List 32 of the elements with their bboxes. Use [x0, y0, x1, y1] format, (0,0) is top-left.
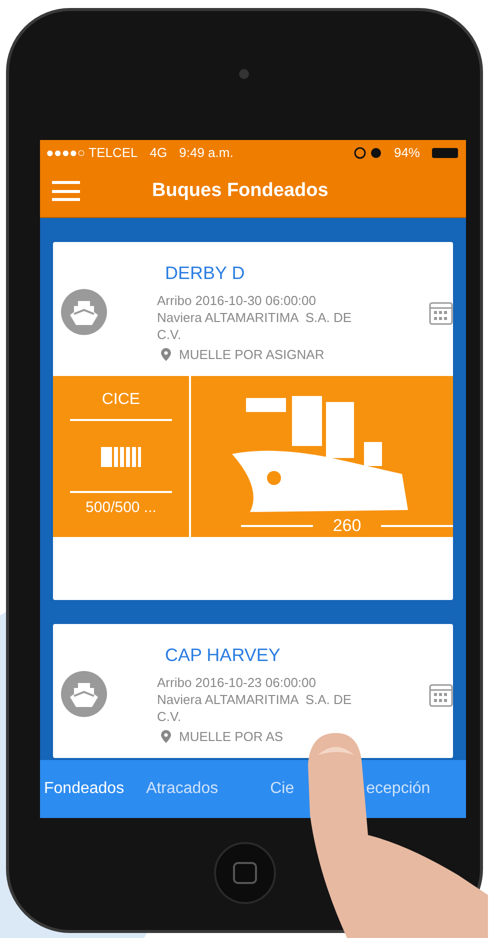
tab[interactable]: Cie [270, 780, 294, 798]
carrier-label: ●●●●○ TELCEL [46, 145, 138, 160]
dimension-line [241, 525, 313, 527]
ship-card[interactable]: DERBY D Arribo 2016-10-30 06:00:00 Naviera ALTAMARITIMA S.A. DE C.V. MUELLE POR ASIGNAR CICE 500/500 ... 260 [53, 242, 453, 600]
network-label: 4G [150, 145, 168, 160]
container-icon [101, 445, 141, 469]
time-label: 9:49 a.m. [179, 145, 234, 160]
ship-name: CAP HARVEY [165, 644, 282, 666]
menu-icon[interactable] [52, 181, 80, 201]
shipping-line-text: Naviera ALTAMARITIMA S.A. DE C.V. [157, 690, 353, 724]
tab[interactable]: Atracados [146, 780, 218, 798]
capacity-text: 500/500 ... [70, 491, 172, 516]
dimension-line [381, 525, 453, 527]
tab[interactable]: Fondeados [44, 780, 124, 798]
ship-icon [61, 671, 107, 717]
shipping-line-text: Naviera ALTAMARITIMA S.A. DE C.V. [157, 308, 353, 342]
terminal-label: CICE [70, 391, 172, 421]
arrival-text: Arribo 2016-10-30 06:00:00 [157, 292, 318, 308]
ship-icon [61, 289, 107, 335]
location-text: MUELLE POR AS [179, 728, 284, 744]
ship-name: DERBY D [165, 262, 246, 284]
header-title: Buques Fondeados [152, 180, 328, 202]
ship-card[interactable]: CAP HARVEY Arribo 2016-10-23 06:00:00 Naviera ALTAMARITIMA S.A. DE C.V. MUELLE POR AS [53, 624, 453, 758]
battery-label: 94% [394, 145, 420, 160]
battery-icon [432, 148, 458, 158]
location-text: MUELLE POR ASIGNAR [179, 346, 324, 362]
ship-length: 260 [332, 516, 362, 536]
camera-icon [238, 69, 248, 79]
arrival-text: Arribo 2016-10-23 06:00:00 [157, 674, 318, 690]
pin-icon [161, 348, 171, 360]
pin-icon [161, 730, 171, 742]
tab[interactable]: ecepción [366, 780, 430, 798]
